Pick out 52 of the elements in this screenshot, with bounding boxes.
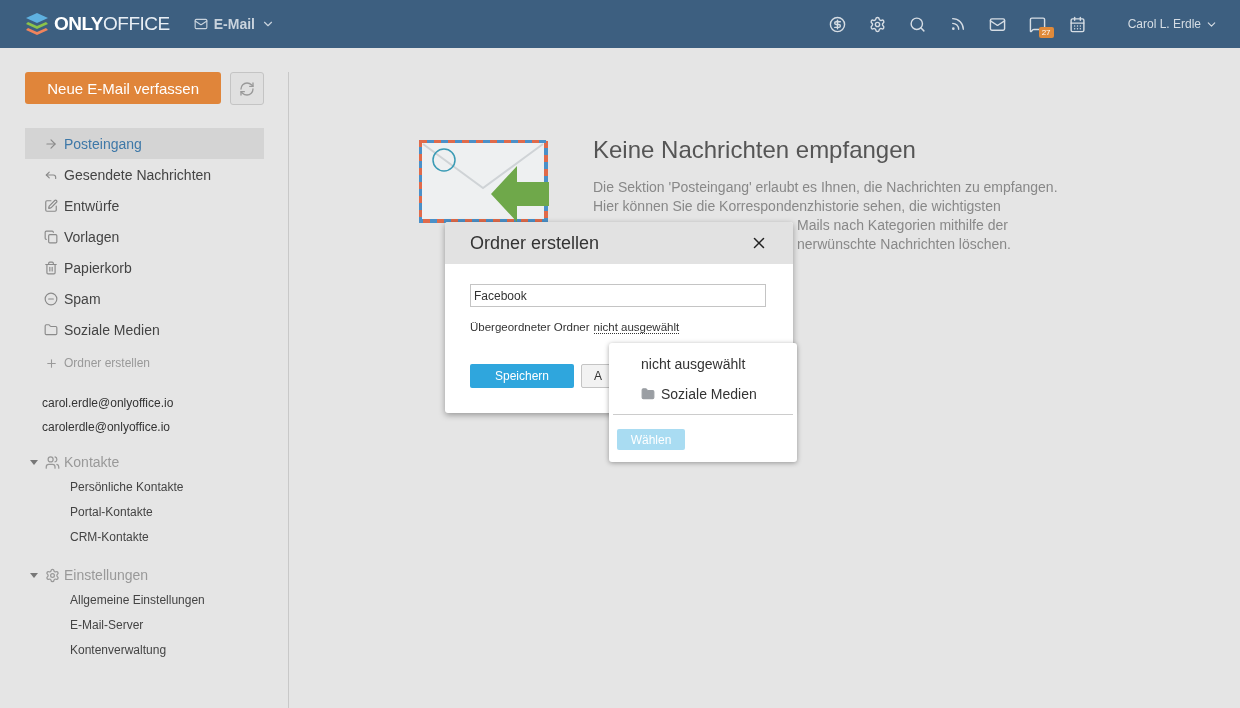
folder-label: Papierkorb: [64, 259, 132, 276]
dropdown-option[interactable]: nicht ausgewählt: [613, 349, 793, 379]
folder-name-field[interactable]: Facebook: [470, 284, 766, 307]
folder-label: Posteingang: [64, 135, 142, 152]
folder-item[interactable]: Papierkorb: [25, 252, 264, 283]
option-label: Soziale Medien: [661, 386, 757, 402]
folder-icon: [44, 322, 58, 337]
user-menu[interactable]: Carol L. Erdle: [1127, 17, 1218, 31]
folder-item[interactable]: Entwürfe: [25, 190, 264, 221]
description-text: Mails nach Kategorien mithilfe der: [797, 216, 1008, 235]
expand-icon[interactable]: [30, 459, 38, 465]
dropdown-option[interactable]: Soziale Medien: [613, 379, 793, 409]
mail-icon: [193, 17, 208, 31]
dialog-title: Ordner erstellen: [470, 232, 600, 254]
parent-folder-link[interactable]: nicht ausgewählt: [593, 321, 680, 334]
folder-label: Vorlagen: [64, 228, 120, 245]
copy-icon: [44, 229, 58, 244]
empty-title: Keine Nachrichten empfangen: [593, 136, 917, 164]
folder-label: Entwürfe: [64, 197, 120, 214]
sub-item[interactable]: CRM-Kontakte: [25, 524, 264, 549]
edit-icon: [44, 198, 58, 213]
minus-circle-icon: [44, 291, 58, 306]
sub-item[interactable]: E-Mail-Server: [25, 612, 264, 637]
sub-item[interactable]: Persönliche Kontakte: [25, 474, 264, 499]
description-text: Hier können Sie die Korrespondenzhistorie sehen, die wichtigsten: [593, 197, 1001, 216]
count-badge: 27: [1038, 27, 1054, 38]
account-item[interactable]: carol.erdle@onlyoffice.io: [42, 394, 264, 412]
refresh-icon: [239, 80, 256, 97]
description-text: Die Sektion 'Posteingang' erlaubt es Ihnen, die Nachrichten zu empfangen.: [593, 178, 1058, 197]
sub-item[interactable]: Portal-Kontakte: [25, 499, 264, 524]
folder-icon: [641, 387, 655, 401]
folder-label: Gesendete Nachrichten: [64, 166, 212, 183]
sub-item[interactable]: Kontenverwaltung: [25, 637, 264, 662]
folder-item[interactable]: Soziale Medien: [25, 314, 264, 345]
folder-label: Spam: [64, 290, 101, 307]
plus-icon: [45, 356, 58, 370]
option-label: nicht ausgewählt: [641, 356, 746, 372]
sub-item[interactable]: Allgemeine Einstellungen: [25, 587, 264, 612]
description-text: nerwünschte Nachrichten löschen.: [797, 235, 1011, 254]
expand-icon[interactable]: [30, 572, 38, 578]
brand-name: ONLYOFFICE: [54, 13, 170, 35]
people-icon: [45, 454, 60, 470]
folder-item[interactable]: Gesendete Nachrichten: [25, 159, 264, 190]
folder-item[interactable]: Spam: [25, 283, 264, 314]
account-item[interactable]: carolerdle@onlyoffice.io: [42, 418, 264, 436]
logo-icon: [24, 11, 50, 37]
folder-label: Soziale Medien: [64, 321, 160, 338]
module-menu[interactable]: E-Mail: [193, 16, 275, 32]
parent-folder-label: Übergeordneter Ordner: [470, 321, 590, 334]
folder-item[interactable]: Vorlagen: [25, 221, 264, 252]
trash-icon: [44, 260, 58, 275]
gear-icon: [45, 567, 60, 583]
